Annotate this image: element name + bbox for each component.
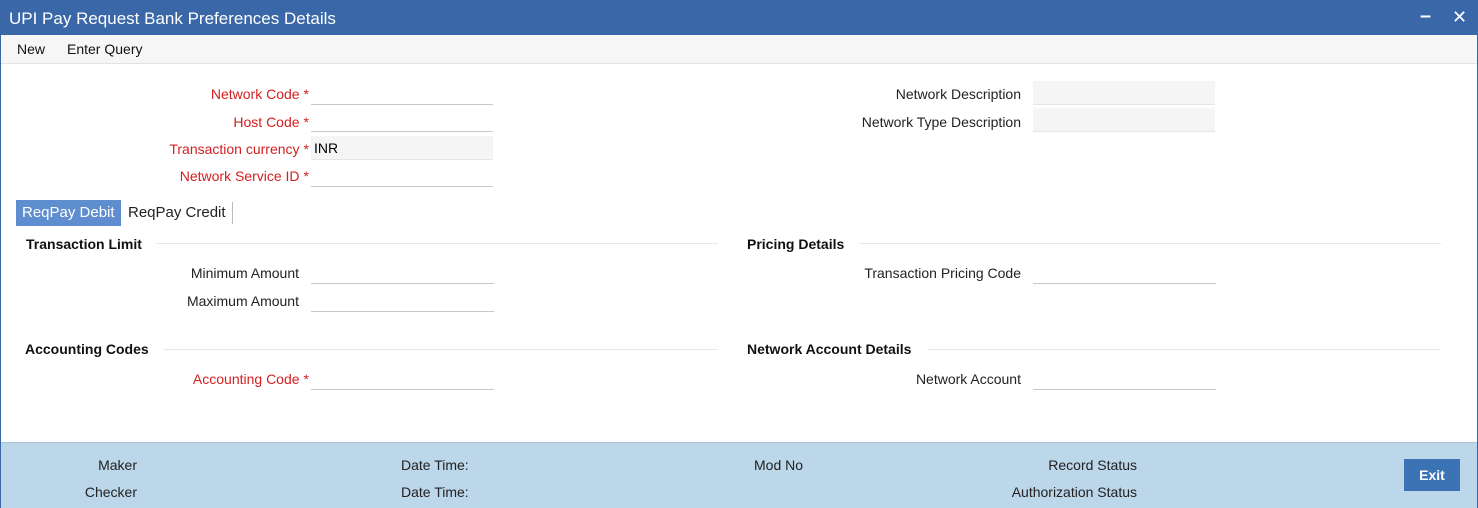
required-marker: * — [303, 168, 309, 184]
audit-footer: Maker Checker Date Time: Date Time: Mod … — [1, 442, 1477, 508]
host-code-label: Host Code * — [233, 114, 309, 130]
accounting-codes-heading: Accounting Codes — [25, 341, 149, 357]
transaction-currency-label: Transaction currency * — [169, 141, 309, 157]
menu-bar: New Enter Query — [1, 35, 1477, 64]
minimum-amount-label: Minimum Amount — [190, 265, 299, 281]
required-marker: * — [303, 371, 309, 387]
tab-reqpay-credit[interactable]: ReqPay Credit — [122, 200, 232, 226]
network-service-id-label: Network Service ID * — [180, 168, 309, 184]
maximum-amount-input[interactable] — [311, 288, 494, 312]
host-code-input[interactable] — [311, 108, 493, 132]
title-bar: UPI Pay Request Bank Preferences Details… — [1, 1, 1477, 35]
network-code-input[interactable] — [311, 81, 493, 105]
required-marker: * — [303, 86, 309, 102]
maximum-amount-label: Maximum Amount — [186, 293, 299, 309]
network-code-label-text: Network Code — [210, 86, 300, 102]
maker-label: Maker — [98, 457, 137, 473]
accounting-code-label: Accounting Code * — [193, 371, 309, 387]
tab-reqpay-debit[interactable]: ReqPay Debit — [16, 200, 121, 226]
checker-date-time-label: Date Time: — [401, 484, 469, 500]
accounting-code-label-text: Accounting Code — [192, 371, 300, 387]
tab-divider — [232, 202, 233, 224]
minimum-amount-input[interactable] — [311, 260, 494, 284]
mod-no-label: Mod No — [754, 457, 804, 473]
enter-query-menu-item[interactable]: Enter Query — [67, 41, 142, 57]
network-account-input[interactable] — [1033, 366, 1216, 390]
minimize-icon[interactable]: – — [1420, 5, 1431, 28]
network-account-details-heading: Network Account Details — [747, 341, 912, 357]
section-divider — [927, 349, 1441, 350]
section-divider — [156, 243, 718, 244]
network-service-id-label-text: Network Service ID — [179, 168, 300, 184]
section-divider — [859, 243, 1441, 244]
transaction-pricing-code-label: Transaction Pricing Code — [864, 265, 1021, 281]
required-marker: * — [303, 114, 309, 130]
window-title: UPI Pay Request Bank Preferences Details — [9, 9, 336, 28]
network-description-field[interactable] — [1033, 81, 1215, 105]
checker-label: Checker — [84, 484, 137, 500]
network-type-description-field[interactable] — [1033, 108, 1215, 132]
network-code-label: Network Code * — [211, 86, 309, 102]
close-icon[interactable]: ✕ — [1452, 7, 1467, 28]
maker-date-time-label: Date Time: — [401, 457, 469, 473]
exit-button[interactable]: Exit — [1404, 459, 1460, 491]
app-window: UPI Pay Request Bank Preferences Details… — [0, 0, 1478, 508]
transaction-currency-label-text: Transaction currency — [169, 141, 300, 157]
transaction-limit-heading: Transaction Limit — [26, 236, 142, 252]
authorization-status-label: Authorization Status — [1011, 484, 1137, 500]
accounting-code-input[interactable] — [311, 366, 494, 390]
network-type-description-label: Network Type Description — [861, 114, 1021, 130]
transaction-currency-field[interactable] — [311, 136, 493, 160]
transaction-pricing-code-input[interactable] — [1033, 260, 1216, 284]
pricing-details-heading: Pricing Details — [747, 236, 845, 252]
network-description-label: Network Description — [895, 86, 1021, 102]
new-menu-item[interactable]: New — [17, 41, 45, 57]
host-code-label-text: Host Code — [233, 114, 300, 130]
record-status-label: Record Status — [1048, 457, 1137, 473]
required-marker: * — [303, 141, 309, 157]
network-account-label: Network Account — [915, 371, 1021, 387]
section-divider — [163, 349, 718, 350]
network-service-id-input[interactable] — [311, 163, 493, 187]
